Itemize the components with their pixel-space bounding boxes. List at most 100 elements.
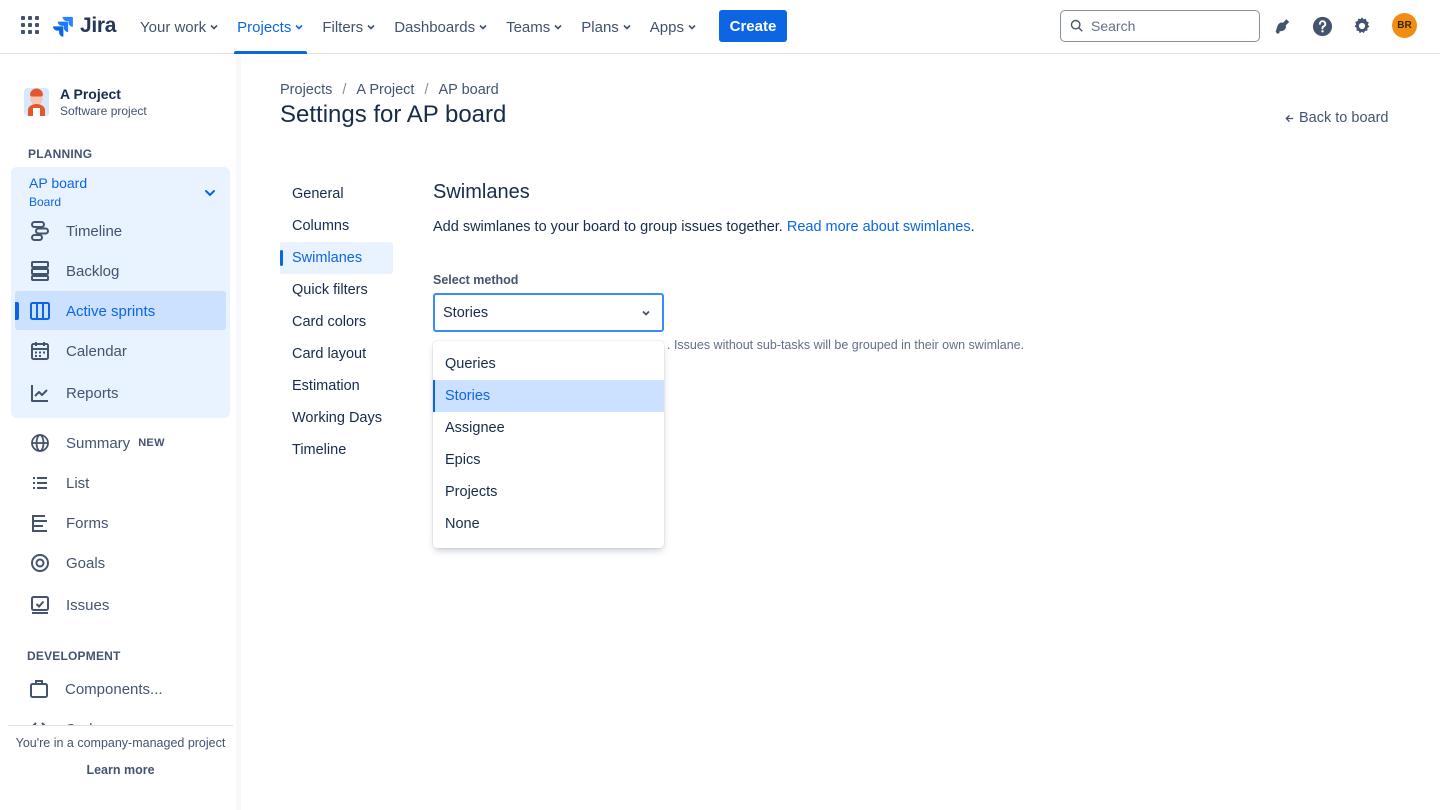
sidebar-item-timeline[interactable]: Timeline <box>28 219 122 243</box>
sidebar-item-goals[interactable]: Goals <box>28 551 105 575</box>
backlog-icon <box>31 261 49 281</box>
settings-tab-general[interactable]: General <box>280 178 393 210</box>
chevron-down-icon[interactable] <box>203 186 217 200</box>
sidebar-item-label: List <box>66 474 90 492</box>
forms-icon <box>32 515 47 532</box>
search-input[interactable]: Search <box>1060 10 1260 42</box>
settings-tab-card-layout[interactable]: Card layout <box>280 338 393 370</box>
jira-logo-text: Jira <box>80 14 117 37</box>
sidebar-item-summary[interactable]: Summary NEW <box>28 431 165 455</box>
section-description-end: . <box>970 219 975 235</box>
section-description: Add swimlanes to your board to group iss… <box>433 219 975 235</box>
search-icon <box>1070 19 1083 32</box>
jira-logo-icon <box>53 16 73 37</box>
nav-projects[interactable]: Projects <box>228 0 313 54</box>
project-sidebar: A Project Software project PLANNING AP b… <box>0 54 241 810</box>
settings-tab-estimation[interactable]: Estimation <box>280 370 393 402</box>
nav-projects-label: Projects <box>237 18 292 36</box>
settings-tab-working-days[interactable]: Working Days <box>280 402 393 434</box>
back-to-board-link[interactable]: Back to board <box>1284 110 1388 126</box>
sidebar-item-backlog[interactable]: Backlog <box>28 259 119 283</box>
sidebar-item-label: Calendar <box>66 342 127 360</box>
option-epics[interactable]: Epics <box>433 444 664 476</box>
create-button[interactable]: Create <box>719 10 787 42</box>
nav-dashboards[interactable]: Dashboards <box>385 0 497 54</box>
chevron-down-icon <box>623 24 631 30</box>
option-projects[interactable]: Projects <box>433 476 664 508</box>
settings-tab-swimlanes[interactable]: Swimlanes <box>280 242 393 274</box>
project-type: Software project <box>60 104 147 118</box>
notifications-icon[interactable] <box>1270 14 1294 38</box>
chevron-down-icon <box>210 24 218 30</box>
help-icon[interactable] <box>1310 14 1334 38</box>
user-avatar[interactable]: BR <box>1392 13 1417 38</box>
settings-tab-quick-filters[interactable]: Quick filters <box>280 274 393 306</box>
sidebar-resize-handle[interactable] <box>236 54 241 810</box>
sidebar-item-label: Timeline <box>66 222 123 240</box>
select-method-help-text: . Issues without sub-tasks will be group… <box>667 338 1025 352</box>
nav-dashboards-label: Dashboards <box>394 18 476 36</box>
sidebar-item-reports[interactable]: Reports <box>28 381 119 405</box>
sidebar-item-label: Backlog <box>66 262 120 280</box>
board-switcher-type: Board <box>29 195 62 209</box>
settings-tab-card-colors[interactable]: Card colors <box>280 306 393 338</box>
sidebar-item-label: Issues <box>66 596 110 614</box>
nav-apps[interactable]: Apps <box>641 0 706 54</box>
project-name[interactable]: A Project <box>60 86 121 102</box>
nav-teams[interactable]: Teams <box>497 0 572 54</box>
components-icon <box>30 680 48 698</box>
app-switcher-icon[interactable] <box>21 16 39 34</box>
board-settings-nav: General Columns Swimlanes Quick filters … <box>280 178 393 466</box>
breadcrumb: Projects / A Project / AP board <box>280 82 499 98</box>
search-placeholder: Search <box>1091 18 1136 34</box>
board-switcher-name[interactable]: AP board <box>29 175 87 191</box>
sidebar-item-list[interactable]: List <box>28 471 89 495</box>
jira-logo[interactable]: Jira <box>52 14 116 38</box>
sidebar-item-forms[interactable]: Forms <box>28 511 109 535</box>
sidebar-item-label: Reports <box>66 384 119 402</box>
nav-plans-label: Plans <box>581 18 619 36</box>
select-method-label: Select method <box>433 273 519 287</box>
nav-filters[interactable]: Filters <box>313 0 385 54</box>
settings-tab-timeline[interactable]: Timeline <box>280 434 393 466</box>
reports-icon <box>31 385 48 402</box>
section-title: Swimlanes <box>433 181 530 203</box>
calendar-icon <box>31 342 49 360</box>
read-more-swimlanes-link[interactable]: Read more about swimlanes <box>787 219 971 235</box>
option-queries[interactable]: Queries <box>433 348 664 380</box>
settings-gear-icon[interactable] <box>1350 14 1374 38</box>
timeline-icon <box>31 221 49 241</box>
planning-section-label: PLANNING <box>28 147 93 161</box>
sidebar-item-issues[interactable]: Issues <box>28 593 109 617</box>
option-none[interactable]: None <box>433 508 664 540</box>
chevron-down-icon <box>479 24 487 30</box>
breadcrumb-projects[interactable]: Projects <box>280 82 332 98</box>
sidebar-item-label: Components... <box>65 680 163 698</box>
list-icon <box>33 477 47 489</box>
select-method-value: Stories <box>443 304 489 321</box>
sidebar-item-label: Summary <box>66 434 131 452</box>
primary-nav: Your work Projects Filters Dashboards Te… <box>131 0 706 54</box>
settings-tab-columns[interactable]: Columns <box>280 210 393 242</box>
learn-more-link[interactable]: Learn more <box>13 763 228 777</box>
globe-icon <box>31 434 49 452</box>
breadcrumb-project[interactable]: A Project <box>356 82 414 98</box>
issues-icon <box>31 596 49 614</box>
nav-apps-label: Apps <box>649 18 684 36</box>
back-to-board-label: Back to board <box>1299 110 1389 126</box>
sidebar-footer: You're in a company-managed project Lear… <box>8 725 233 810</box>
option-stories[interactable]: Stories <box>433 380 664 412</box>
select-method-dropdown[interactable]: Stories <box>433 293 664 332</box>
new-badge: NEW <box>138 437 165 449</box>
sidebar-item-components[interactable]: Components... <box>27 677 163 701</box>
project-avatar <box>24 88 49 116</box>
sidebar-item-active-sprints[interactable]: Active sprints <box>28 299 155 323</box>
company-managed-notice: You're in a company-managed project <box>15 736 226 750</box>
chevron-down-icon <box>295 24 303 30</box>
breadcrumb-board[interactable]: AP board <box>438 82 498 98</box>
sidebar-item-calendar[interactable]: Calendar <box>28 339 127 363</box>
nav-your-work[interactable]: Your work <box>131 0 228 54</box>
option-assignee[interactable]: Assignee <box>433 412 664 444</box>
board-icon <box>30 302 50 320</box>
nav-plans[interactable]: Plans <box>572 0 641 54</box>
